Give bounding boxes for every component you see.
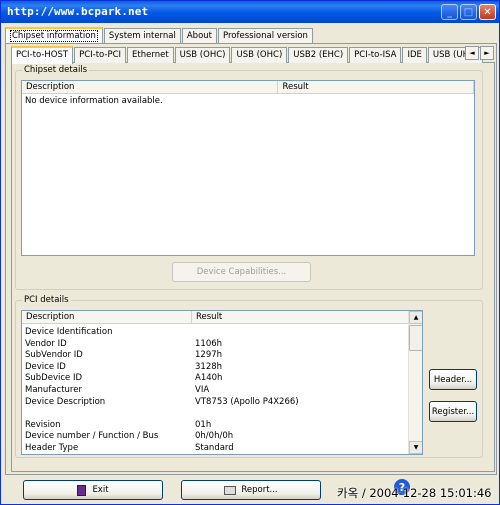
arrow-right-icon: ► — [484, 49, 490, 57]
cell-description: Header Type — [25, 443, 79, 453]
arrow-down-icon: ▼ — [413, 444, 419, 451]
table-row[interactable]: Device number / Function / Bus 0h/0h/0h — [22, 431, 409, 443]
cell-result: 3128h — [195, 361, 223, 372]
tab-scroll-right-button[interactable]: ► — [480, 46, 494, 60]
app-window: http://www.bcpark.net _ □ ✕ Chipset info… — [0, 0, 500, 505]
maximize-icon: □ — [463, 6, 474, 18]
column-header-result[interactable]: Result — [278, 81, 474, 94]
tab-usb-ohc-1[interactable]: USB (OHC) — [174, 47, 231, 63]
cell-description: Manufacturer — [25, 385, 82, 395]
main-tab-strip: Chipset information System internal Abou… — [5, 26, 314, 45]
tab-usb2-ehc[interactable]: USB2 (EHC) — [288, 47, 349, 63]
table-row[interactable]: SubDevice ID A140h — [22, 373, 409, 385]
scroll-up-button[interactable]: ▲ — [409, 311, 422, 324]
cell-result: Standard — [195, 443, 234, 453]
sub-tab-strip: PCI-to-HOST PCI-to-PCI Ethernet USB (OHC… — [11, 45, 484, 64]
watermark-text: 카옥 / 2004-12-28 15:01:46 — [337, 486, 492, 500]
cell-result: 1106h — [195, 338, 223, 349]
list-item[interactable]: No device information available. — [22, 96, 474, 108]
cell-description: Vendor ID — [25, 338, 67, 349]
tab-scroll-left-button[interactable]: ◄ — [465, 46, 479, 60]
table-row[interactable]: Header Type Standard — [22, 443, 409, 454]
cell-result: A140h — [195, 373, 223, 384]
tab-usb-ohc-2[interactable]: USB (OHC) — [231, 47, 288, 63]
table-row[interactable]: Device ID 3128h — [22, 362, 409, 374]
tab-pci-to-pci[interactable]: PCI-to-PCI — [74, 47, 127, 63]
cell-description: No device information available. — [25, 96, 163, 106]
cell-result: 1297h — [195, 350, 223, 361]
cell-description — [22, 408, 192, 420]
table-row[interactable]: Device Description VT8753 (Apollo P4X266) — [22, 397, 409, 409]
window-title: http://www.bcpark.net — [7, 5, 149, 18]
register-button[interactable]: Register... — [429, 401, 477, 422]
tab-system-internal[interactable]: System internal — [103, 28, 181, 44]
minimize-button[interactable]: _ — [441, 4, 458, 20]
report-button[interactable]: Report... — [181, 480, 321, 500]
arrow-left-icon: ◄ — [469, 49, 475, 57]
table-row[interactable]: SubVendor ID 1297h — [22, 350, 409, 362]
table-row[interactable]: Vendor ID 1106h — [22, 339, 409, 351]
exit-button[interactable]: Exit — [23, 480, 163, 500]
scroll-thumb[interactable] — [409, 325, 422, 351]
tab-about[interactable]: About — [181, 28, 217, 44]
pci-details-list[interactable]: Description Result Device Identification… — [21, 310, 423, 455]
device-capabilities-button[interactable]: Device Capabilities... — [172, 262, 311, 282]
cell-description: Revision — [25, 419, 61, 430]
list-header: Description Result — [22, 81, 474, 94]
cell-result — [279, 96, 474, 108]
cell-result: VIA — [195, 385, 210, 395]
cell-result: VT8753 (Apollo P4X266) — [195, 396, 299, 407]
table-row[interactable]: Device Identification — [22, 327, 409, 339]
cell-description: SubDevice ID — [25, 373, 83, 384]
cell-result: 01h — [195, 419, 212, 430]
pci-list-scrollbar[interactable]: ▲ ▼ — [408, 311, 422, 454]
title-bar: http://www.bcpark.net _ □ ✕ — [1, 1, 499, 23]
cell-description: Device Identification — [25, 327, 113, 337]
scroll-down-button[interactable]: ▼ — [409, 441, 422, 454]
close-icon: ✕ — [483, 6, 492, 18]
close-button[interactable]: ✕ — [479, 4, 496, 20]
cell-description: Device number / Function / Bus — [25, 431, 159, 442]
cell-description: Device ID — [25, 361, 66, 372]
chipset-details-list[interactable]: Description Result No device information… — [21, 80, 475, 256]
cell-result: 0h/0h/0h — [195, 431, 234, 442]
cell-result — [192, 408, 409, 420]
column-header-result[interactable]: Result — [192, 311, 409, 324]
chipset-details-label: Chipset details — [22, 65, 90, 75]
tab-ide[interactable]: IDE — [402, 47, 427, 63]
cell-description: Device Description — [25, 396, 106, 407]
printer-icon — [224, 485, 237, 495]
column-header-description[interactable]: Description — [22, 311, 192, 324]
maximize-button[interactable]: □ — [460, 4, 477, 20]
cell-description: SubVendor ID — [25, 350, 83, 361]
cell-result — [192, 327, 409, 339]
minimize-icon: _ — [447, 6, 452, 18]
tab-pci-to-isa[interactable]: PCI-to-ISA — [349, 47, 402, 63]
tab-professional-version[interactable]: Professional version — [218, 28, 313, 44]
tab-ethernet[interactable]: Ethernet — [127, 47, 174, 63]
list-header: Description Result — [22, 311, 422, 324]
table-row[interactable]: Manufacturer VIA — [22, 385, 409, 397]
arrow-up-icon: ▲ — [413, 314, 419, 321]
pci-details-label: PCI details — [22, 295, 71, 305]
exit-icon — [77, 484, 87, 496]
table-row[interactable] — [22, 408, 409, 420]
tab-pci-to-host[interactable]: PCI-to-HOST — [11, 46, 74, 64]
header-button[interactable]: Header... — [429, 369, 477, 390]
column-header-description[interactable]: Description — [22, 81, 279, 94]
table-row[interactable]: Revision 01h — [22, 420, 409, 432]
